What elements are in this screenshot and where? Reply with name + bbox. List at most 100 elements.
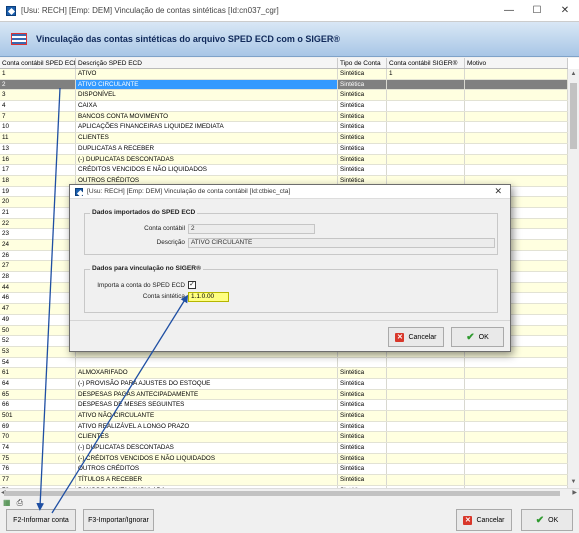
table-cell: BANCOS CONTA MOVIMENTO: [76, 111, 338, 122]
table-cell: [465, 111, 568, 122]
table-row[interactable]: 70 CLIENTES Sintética: [0, 432, 568, 444]
table-cell: 76: [0, 464, 76, 475]
table-row[interactable]: 64 (-) PROVISÃO PARA AJUSTES DO ESTOQUE Si…: [0, 378, 568, 390]
table-cell: 66: [0, 400, 76, 410]
table-row[interactable]: 54: [0, 357, 568, 369]
column-header[interactable]: Tipo de Conta: [338, 58, 387, 68]
table-cell: 16: [0, 154, 76, 165]
grid-header: Conta contábil SPED ECD Descrição SPED E…: [0, 58, 568, 69]
table-row[interactable]: 7 BANCOS CONTA MOVIMENTO Sintética: [0, 111, 568, 123]
scroll-up-icon[interactable]: ▲: [568, 69, 579, 80]
table-cell: [387, 432, 465, 443]
table-row[interactable]: 66 DESPESAS DE MESES SEGUINTES Sintética: [0, 400, 568, 411]
cancel-icon: ✕: [463, 515, 473, 525]
table-cell: 7: [0, 111, 76, 122]
table-row[interactable]: 65 DESPESAS PAGAS ANTECIPADAMENTE Sintétic…: [0, 389, 568, 401]
table-cell: 28: [0, 272, 76, 282]
table-row[interactable]: 16 (-) DUPLICATAS DESCONTADAS Sintética: [0, 154, 568, 166]
f2-informar-conta-button[interactable]: F2-Informar conta: [6, 509, 76, 531]
table-cell: 65: [0, 389, 76, 400]
table-cell: CRÉDITOS VENCIDOS E NÃO LIQUIDADOS: [76, 165, 338, 175]
table-cell: Sintética: [338, 400, 387, 410]
dialog-ok-button[interactable]: ✔ OK: [451, 327, 504, 347]
app-icon: [75, 187, 83, 196]
table-row[interactable]: 501 ATIVO NÃO-CIRCULANTE Sintética: [0, 411, 568, 422]
table-cell: 501: [0, 411, 76, 421]
table-row[interactable]: 13 DUPLICATAS A RECEBER Sintética: [0, 143, 568, 155]
conta-sintetica-input[interactable]: 1.1.0.00: [188, 292, 229, 302]
button-label: OK: [478, 333, 489, 341]
table-cell: [387, 421, 465, 432]
table-cell: Sintética: [338, 143, 387, 154]
ok-button[interactable]: ✔ OK: [521, 509, 573, 531]
table-cell: [338, 357, 387, 368]
table-row[interactable]: 61 ALMOXARIFADO Sintética: [0, 368, 568, 379]
table-cell: Sintética: [338, 111, 387, 122]
scrollbar-thumb[interactable]: [4, 491, 560, 496]
table-cell: Sintética: [338, 122, 387, 133]
table-cell: [387, 165, 465, 175]
table-cell: DISPONÍVEL: [76, 90, 338, 101]
f3-importar-ignorar-button[interactable]: F3-Importar/Ignorar: [83, 509, 154, 531]
scroll-down-icon[interactable]: ▼: [568, 477, 579, 488]
table-row[interactable]: 4 CAIXA Sintética: [0, 101, 568, 112]
status-icons: ▦ ⎙: [3, 498, 23, 508]
table-cell: 10: [0, 122, 76, 133]
table-row[interactable]: 10 APLICAÇÕES FINANCEIRAS LIQUIDEZ IMEDIA…: [0, 122, 568, 134]
table-cell: [387, 111, 465, 122]
table-cell: 22: [0, 218, 76, 229]
table-cell: [465, 154, 568, 165]
column-header[interactable]: Descrição SPED ECD: [76, 58, 338, 68]
table-row[interactable]: 69 ATIVO REALIZÁVEL A LONGO PRAZO Sintétic…: [0, 421, 568, 433]
table-cell: Sintética: [338, 464, 387, 475]
dialog-cancel-button[interactable]: ✕ Cancelar: [388, 327, 444, 347]
table-cell: [465, 411, 568, 421]
column-header[interactable]: Conta contábil SPED ECD: [0, 58, 76, 68]
column-header[interactable]: Motivo: [465, 58, 568, 68]
descricao-field[interactable]: ATIVO CIRCULANTE: [188, 238, 495, 248]
table-cell: [387, 411, 465, 421]
table-row[interactable]: 1 ATIVO Sintética 1: [0, 69, 568, 80]
table-cell: ATIVO NÃO-CIRCULANTE: [76, 411, 338, 421]
page-header: Vinculação das contas sintéticas do arqu…: [0, 22, 579, 57]
table-row[interactable]: 75 (-) CRÉDITOS VENCIDOS E NÃO LIQUIDADOS…: [0, 453, 568, 465]
table-cell: Sintética: [338, 432, 387, 443]
table-row[interactable]: 11 CLIENTES Sintética: [0, 133, 568, 144]
horizontal-scrollbar[interactable]: ◀ ▶: [0, 488, 579, 497]
table-row[interactable]: 74 (-) DUPLICATAS DESCONTADAS Sintética: [0, 443, 568, 454]
scroll-right-icon[interactable]: ▶: [572, 489, 577, 498]
table-cell: [465, 90, 568, 101]
table-row[interactable]: 76 OUTROS CRÉDITOS Sintética: [0, 464, 568, 476]
page-title: Vinculação das contas sintéticas do arqu…: [36, 34, 341, 44]
column-header[interactable]: Conta contábil SIGER®: [387, 58, 465, 68]
table-cell: OUTROS CRÉDITOS: [76, 464, 338, 475]
check-icon: ✔: [535, 514, 545, 526]
siger-data-group: Dados para vinculação no SIGER® Importa …: [84, 265, 498, 313]
table-cell: [465, 453, 568, 464]
conta-contabil-field[interactable]: 2: [188, 224, 315, 234]
minimize-button[interactable]: —: [495, 0, 523, 22]
table-cell: 13: [0, 143, 76, 154]
table-cell: 49: [0, 314, 76, 325]
close-button[interactable]: ✕: [551, 0, 579, 22]
table-cell: [465, 378, 568, 389]
table-row[interactable]: 77 TÍTULOS A RECEBER Sintética: [0, 475, 568, 486]
cancel-button[interactable]: ✕ Cancelar: [456, 509, 512, 531]
table-row[interactable]: 17 CRÉDITOS VENCIDOS E NÃO LIQUIDADOS Sint…: [0, 165, 568, 176]
importa-conta-label: Importa a conta do SPED ECD: [97, 282, 185, 289]
print-icon[interactable]: ⎙: [17, 498, 23, 508]
table-cell: 50: [0, 325, 76, 336]
table-cell: Sintética: [338, 389, 387, 400]
excel-icon[interactable]: ▦: [3, 498, 11, 508]
table-row[interactable]: 2 ATIVO CIRCULANTE Sintética: [0, 79, 568, 91]
vertical-scrollbar[interactable]: ▲ ▼: [568, 69, 579, 488]
table-row[interactable]: 3 DISPONÍVEL Sintética: [0, 90, 568, 102]
table-cell: 4: [0, 101, 76, 111]
maximize-button[interactable]: ☐: [523, 0, 551, 22]
table-cell: Sintética: [338, 154, 387, 165]
close-icon[interactable]: ✕: [494, 186, 502, 197]
importa-conta-checkbox[interactable]: ✓: [188, 281, 196, 289]
scrollbar-thumb[interactable]: [570, 83, 577, 149]
table-cell: [465, 475, 568, 485]
table-cell: ALMOXARIFADO: [76, 368, 338, 378]
